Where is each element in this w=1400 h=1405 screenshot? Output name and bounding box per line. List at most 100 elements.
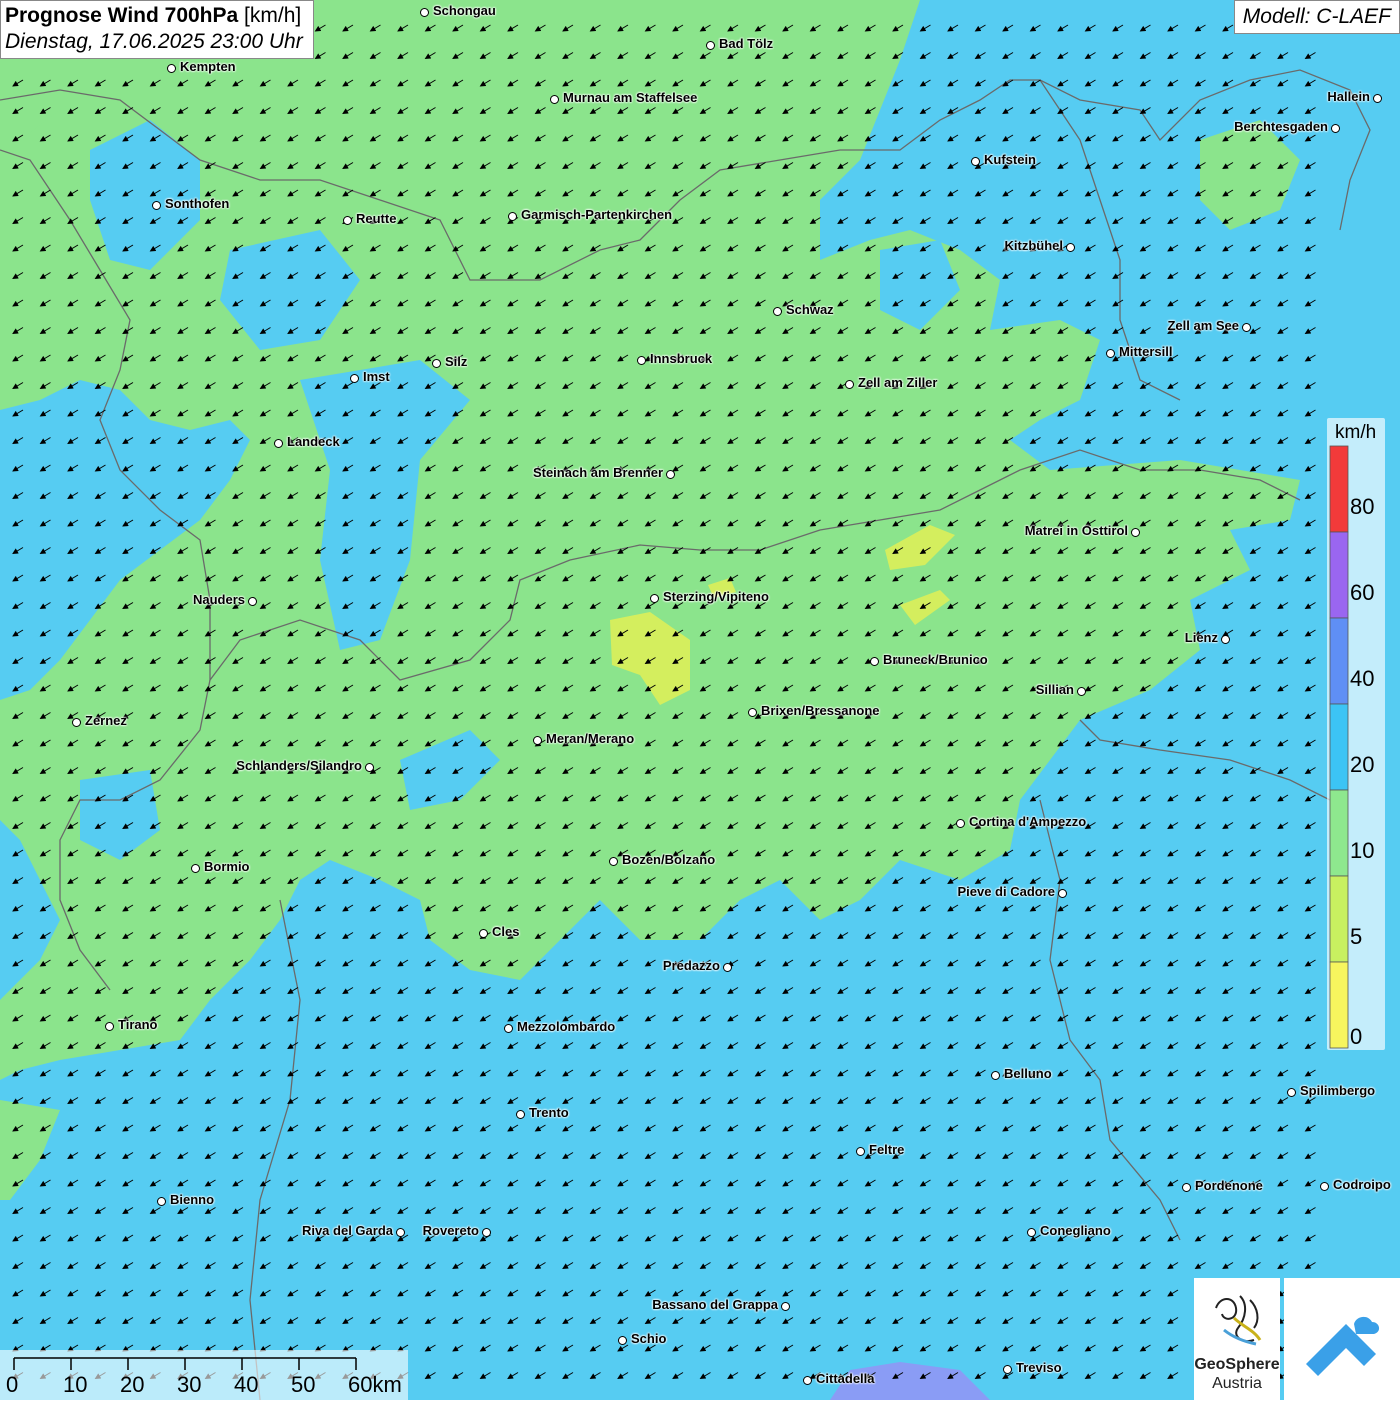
legend-label: 20 — [1350, 752, 1375, 777]
legend-swatch — [1329, 445, 1349, 533]
city-label: Nauders — [192, 592, 245, 607]
scale-label: 50 — [291, 1372, 316, 1397]
city-marker — [1287, 1088, 1296, 1097]
wind-app-icon — [1306, 1316, 1380, 1376]
city-label: Zell am Ziller — [858, 375, 938, 390]
logo-org2: Austria — [1212, 1375, 1262, 1392]
city-label: Hallein — [1327, 89, 1370, 104]
legend-swatch — [1329, 961, 1349, 1049]
scale-label: 20 — [120, 1372, 145, 1397]
city-marker — [845, 380, 854, 389]
city-marker — [650, 594, 659, 603]
city-label: Sterzing/Vipiteno — [663, 589, 769, 604]
legend-swatch — [1329, 531, 1349, 619]
city-label: Brixen/Bressanone — [761, 703, 880, 718]
model-label: Modell: C-LAEF — [1233, 0, 1400, 34]
city-label: Sillian — [1035, 682, 1074, 697]
city-label: Kempten — [180, 59, 236, 74]
city-label: Schongau — [433, 3, 496, 18]
geosphere-logo-icon — [1215, 1295, 1262, 1346]
city-marker — [274, 439, 283, 448]
city-label: Silz — [445, 354, 468, 369]
city-label: Zell am See — [1167, 318, 1239, 333]
geosphere-logo: GeoSphere Austria — [1194, 1278, 1280, 1400]
city-marker — [971, 157, 980, 166]
city-marker — [723, 963, 732, 972]
city-marker — [803, 1376, 812, 1385]
app-logo — [1284, 1278, 1400, 1400]
city-marker — [72, 718, 81, 727]
city-marker — [167, 64, 176, 73]
city-label: Trento — [529, 1105, 569, 1120]
color-legend: km/h 80 60 40 20 10 5 0 — [1327, 418, 1385, 1050]
legend-swatch — [1329, 875, 1349, 963]
city-marker — [1106, 349, 1115, 358]
city-marker — [1066, 243, 1075, 252]
city-label: Bienno — [170, 1192, 215, 1207]
city-label: Riva del Garda — [301, 1223, 393, 1238]
city-label: Codroipo — [1333, 1177, 1391, 1192]
legend-swatch — [1329, 617, 1349, 705]
city-label: Pieve di Cadore — [957, 884, 1055, 899]
city-marker — [1221, 635, 1230, 644]
city-label: Kufstein — [984, 152, 1036, 167]
city-label: Cortina d'Ampezzo — [969, 814, 1087, 829]
city-marker — [773, 307, 782, 316]
city-marker — [1182, 1183, 1191, 1192]
city-marker — [157, 1197, 166, 1206]
city-marker — [1058, 889, 1067, 898]
city-label: Conegliano — [1040, 1223, 1111, 1238]
logo-org: GeoSphere — [1194, 1356, 1280, 1373]
map-datetime: Dienstag, 17.06.2025 23:00 Uhr — [5, 30, 303, 53]
city-label: Zernez — [85, 713, 127, 728]
city-label: Innsbruck — [650, 351, 713, 366]
map-title: Prognose Wind 700hPa [km/h] — [5, 4, 302, 27]
city-label: Treviso — [1016, 1360, 1062, 1375]
city-marker — [870, 657, 879, 666]
map-unit: [km/h] — [244, 4, 302, 27]
city-marker — [609, 857, 618, 866]
city-label: Murnau am Staffelsee — [563, 90, 698, 105]
city-label: Bassano del Grappa — [652, 1297, 778, 1312]
legend-label: 60 — [1350, 580, 1375, 605]
city-marker — [504, 1024, 513, 1033]
city-marker — [533, 736, 542, 745]
legend-label: 5 — [1350, 924, 1363, 949]
city-marker — [479, 929, 488, 938]
city-marker — [618, 1336, 627, 1345]
city-label: Kitzbühel — [1004, 238, 1064, 253]
city-label: Berchtesgaden — [1234, 119, 1328, 134]
city-label: Cittadella — [816, 1371, 875, 1386]
legend-label: 0 — [1350, 1024, 1363, 1049]
city-marker — [482, 1228, 491, 1237]
city-marker — [1077, 687, 1086, 696]
legend-label: 80 — [1350, 494, 1375, 519]
city-marker — [1131, 528, 1140, 537]
scale-label: 40 — [234, 1372, 259, 1397]
city-label: Steinach am Brenner — [532, 465, 663, 480]
city-label: Garmisch-Partenkirchen — [521, 207, 673, 222]
city-label: Imst — [363, 369, 390, 384]
city-marker — [1331, 124, 1340, 133]
city-marker — [550, 95, 559, 104]
city-marker — [706, 41, 715, 50]
city-label: Belluno — [1004, 1066, 1052, 1081]
city-marker — [248, 597, 257, 606]
city-label: Meran/Merano — [546, 731, 635, 746]
city-marker — [781, 1302, 790, 1311]
city-label: Landeck — [287, 434, 340, 449]
city-label: Schio — [631, 1331, 667, 1346]
city-marker — [508, 212, 517, 221]
scale-label: 0 — [6, 1372, 19, 1397]
city-label: Bormio — [204, 859, 250, 874]
city-marker — [748, 708, 757, 717]
scale-bar: 0 10 20 30 40 50 60km — [0, 1350, 408, 1400]
city-label: Pordenone — [1195, 1178, 1263, 1193]
city-label: Mezzolombardo — [517, 1019, 616, 1034]
city-marker — [152, 201, 161, 210]
city-label: Schlanders/Silandro — [236, 758, 362, 773]
legend-swatch — [1329, 703, 1349, 791]
city-marker — [420, 8, 429, 17]
scale-label: 10 — [63, 1372, 88, 1397]
title-box: Prognose Wind 700hPa [km/h] Dienstag, 17… — [0, 0, 314, 59]
